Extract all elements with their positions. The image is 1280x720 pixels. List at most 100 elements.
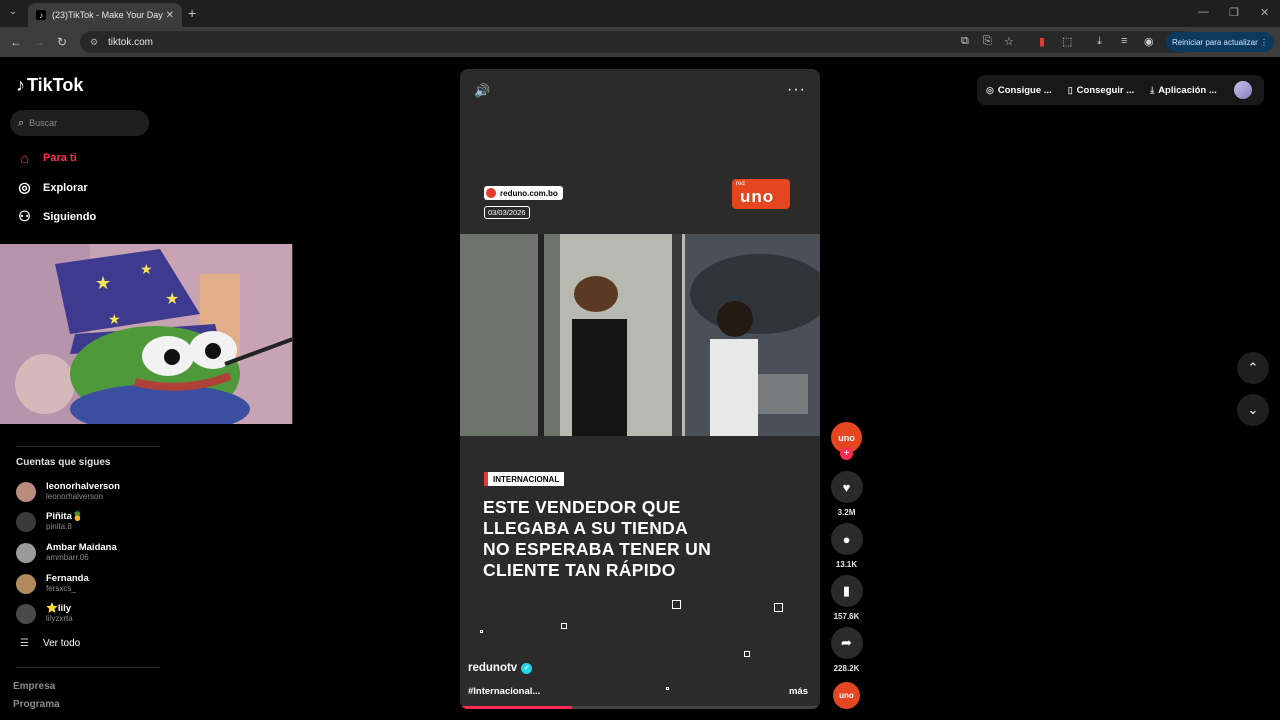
reading-list-icon[interactable]: ≡ [1121, 35, 1127, 47]
account-name: Fernanda [46, 573, 89, 584]
translate-icon[interactable]: ⧉ [961, 35, 969, 48]
share-action[interactable]: ➦ 228.2K [830, 627, 863, 673]
browser-tab[interactable]: ♪ (23)TikTok - Make Your Day ✕ [28, 3, 182, 27]
next-video-chevron-down-icon[interactable]: ⌄ [1237, 394, 1269, 426]
sidebar-divider [16, 667, 160, 668]
sidebar-divider [16, 446, 160, 447]
home-icon: ⌂ [20, 150, 29, 166]
account-handle: fersxcs_ [46, 584, 76, 593]
minimize-button[interactable]: — [1198, 6, 1209, 18]
profile-avatar[interactable] [1234, 81, 1252, 99]
bookmark-icon[interactable]: ▮ [830, 575, 863, 607]
download-icon: ⤓ [1150, 84, 1155, 95]
top-item-label: Aplicación ... [1158, 84, 1217, 96]
more-options-icon[interactable]: ··· [787, 81, 806, 99]
downloads-icon[interactable]: ⤓ [1097, 35, 1102, 48]
volume-icon[interactable]: 🔊 [474, 83, 490, 99]
get-app-button[interactable]: ▯ Conseguir ... [1068, 85, 1135, 96]
get-coins-button[interactable]: ◎ Consigue ... [986, 85, 1052, 96]
pip-video-overlay[interactable]: ★ ★ ★ ★ [0, 244, 293, 424]
following-icon: ⚇ [18, 208, 31, 224]
like-action[interactable]: ♥ 3.2M [830, 471, 863, 517]
comment-action[interactable]: ● 13.1K [830, 523, 863, 569]
see-all-link[interactable]: ☰ Ver todo [20, 638, 80, 649]
frog-wizard-image: ★ ★ ★ ★ [0, 244, 292, 424]
svg-text:★: ★ [165, 289, 179, 308]
video-progress-bar[interactable] [460, 706, 820, 709]
video-author[interactable]: redunotv ✓ [468, 662, 533, 674]
new-tab-button[interactable]: + [188, 5, 196, 21]
see-all-label: Ver todo [42, 638, 81, 649]
author-name: redunotv [468, 662, 518, 674]
url-text: tiktok.com [108, 36, 154, 48]
globe-icon [486, 188, 496, 198]
account-item[interactable]: ⭐lily lilyzxrta [16, 603, 73, 624]
music-disc-icon[interactable]: uno [833, 682, 860, 709]
install-app-icon[interactable]: ⎘ [983, 35, 992, 48]
bookmark-star-icon[interactable]: ☆ [1004, 35, 1014, 48]
reload-icon[interactable]: ↻ [57, 35, 67, 49]
video-headline: ESTE VENDEDOR QUE LLEGABA A SU TIENDA NO… [483, 497, 743, 581]
comment-icon[interactable]: ● [830, 523, 863, 555]
forward-icon[interactable]: → [33, 35, 45, 49]
heart-icon[interactable]: ♥ [830, 471, 863, 503]
save-action[interactable]: ▮ 157.6K [830, 575, 863, 621]
decor-square [774, 603, 783, 612]
tab-close-icon[interactable]: ✕ [166, 10, 174, 21]
footer-link-program[interactable]: Programa [13, 699, 60, 710]
footer-link-company[interactable]: Empresa [13, 681, 55, 692]
close-window-button[interactable]: ✕ [1260, 6, 1269, 19]
headline-line: CLIENTE TAN RÁPIDO [483, 560, 676, 580]
account-name: leonorhalverson [46, 481, 120, 492]
video-player[interactable]: 🔊 ··· reduno.com.bo 03/03/2026 red uno I… [460, 69, 820, 709]
top-item-label: Consigue ... [997, 84, 1052, 96]
logo-text: TikTok [27, 75, 84, 95]
maximize-button[interactable]: ❐ [1229, 6, 1239, 19]
search-placeholder: Buscar [29, 118, 58, 128]
verified-badge-icon: ✓ [521, 662, 533, 674]
tab-search-icon[interactable]: ⌄ [6, 6, 20, 20]
source-badge: reduno.com.bo [484, 186, 563, 200]
account-item[interactable]: Piñita🍍 pinita.8 [16, 511, 84, 532]
desktop-app-button[interactable]: ⤓ Aplicación ... [1150, 85, 1217, 96]
browser-toolbar: ← → ↻ ⚙ tiktok.com ⧉ ⎘ ☆ ▮ ⬚ ⤓ ≡ ◉ Reini… [0, 27, 1280, 57]
avatar [16, 511, 36, 532]
top-item-label: Conseguir ... [1076, 84, 1135, 96]
svg-text:★: ★ [108, 312, 121, 328]
more-description-button[interactable]: más [789, 686, 808, 697]
share-icon[interactable]: ➦ [830, 627, 863, 659]
profile-avatar-icon[interactable]: ◉ [1144, 35, 1154, 48]
site-info-icon[interactable]: ⚙ [90, 37, 100, 47]
progress-fill [460, 706, 572, 709]
account-name: Piñita🍍 [46, 511, 84, 522]
tiktok-logo[interactable]: ♪ TikTok [16, 75, 83, 96]
nav-label: Siguiendo [43, 210, 97, 223]
previous-video-chevron-up-icon[interactable]: ⌃ [1237, 352, 1269, 384]
list-icon: ☰ [20, 638, 29, 649]
back-icon[interactable]: ← [10, 35, 22, 49]
coin-icon: ◎ [986, 84, 994, 95]
avatar [16, 481, 36, 502]
share-count: 228.2K [833, 664, 860, 673]
account-item[interactable]: Ambar Maidana ammbarr.06 [16, 542, 117, 563]
decor-square [744, 651, 750, 657]
restart-to-update-button[interactable]: Reiniciar para actualizar ⋮ [1166, 32, 1274, 52]
extensions-puzzle-icon[interactable]: ⬚ [1062, 35, 1072, 48]
extension-icon[interactable]: ▮ [1039, 35, 1045, 48]
search-input[interactable]: ⌕ Buscar [10, 110, 149, 136]
nav-item-explore[interactable]: ◎ Explorar [16, 179, 88, 196]
account-item[interactable]: Fernanda fersxcs_ [16, 573, 89, 594]
nav-label: Para ti [43, 152, 77, 164]
decor-square [672, 600, 681, 609]
decor-square [480, 630, 483, 633]
nav-item-following[interactable]: ⚇ Siguiendo [16, 208, 96, 225]
address-bar[interactable]: ⚙ tiktok.com [80, 31, 1192, 53]
follow-plus-icon[interactable]: + [840, 447, 853, 460]
nav-item-for-you[interactable]: ⌂ Para ti [16, 150, 77, 166]
nav-label: Explorar [43, 181, 88, 194]
compass-icon: ◎ [18, 179, 31, 195]
category-tag: INTERNACIONAL [484, 472, 565, 486]
tiktok-note-icon: ♪ [16, 75, 25, 95]
account-item[interactable]: leonorhalverson leonorhalverson [16, 481, 120, 502]
video-hashtags[interactable]: #Internacional... [468, 686, 540, 697]
